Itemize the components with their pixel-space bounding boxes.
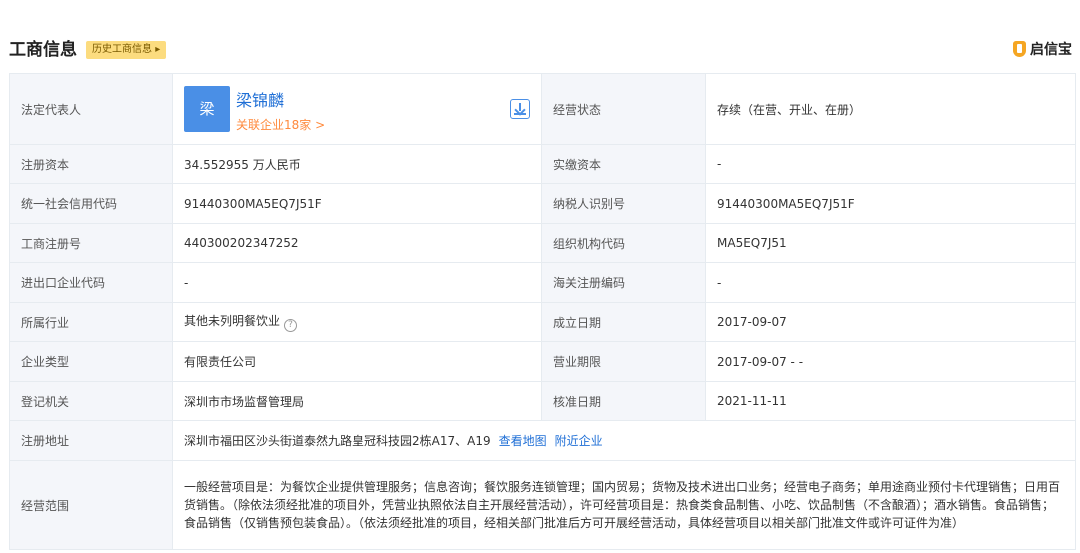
- import-export-code-label: 进出口企业代码: [9, 262, 173, 303]
- avatar: 梁: [184, 86, 230, 132]
- brand-name: 启信宝: [1030, 42, 1072, 58]
- related-companies-link[interactable]: 关联企业18家 >: [236, 116, 325, 133]
- reg-no-label: 工商注册号: [9, 223, 173, 263]
- credit-code-label: 统一社会信用代码: [9, 183, 173, 224]
- table-row: 经营范围 一般经营项目是：为餐饮企业提供管理服务；信息咨询；餐饮服务连锁管理；国…: [9, 460, 1076, 550]
- business-term-label: 营业期限: [541, 341, 706, 382]
- table-row: 进出口企业代码 - 海关注册编码 -: [9, 262, 1076, 303]
- business-scope-label: 经营范围: [9, 460, 173, 550]
- table-row: 统一社会信用代码 91440300MA5EQ7J51F 纳税人识别号 91440…: [9, 183, 1076, 224]
- history-tag-label: 历史工商信息: [92, 44, 152, 55]
- section-header: 工商信息 历史工商信息 ▸ 启信宝: [0, 0, 1080, 66]
- legal-rep-cell: 梁 梁锦麟 关联企业18家 >: [172, 73, 542, 145]
- capital-value: 34.552955 万人民币: [172, 144, 542, 184]
- customs-code-label: 海关注册编码: [541, 262, 706, 303]
- founded-date-value: 2017-09-07: [705, 302, 1076, 342]
- view-map-link[interactable]: 查看地图: [499, 434, 547, 448]
- table-row: 所属行业 其他未列明餐饮业? 成立日期 2017-09-07: [9, 302, 1076, 342]
- legal-rep-name-link[interactable]: 梁锦麟: [236, 87, 284, 111]
- table-row: 企业类型 有限责任公司 营业期限 2017-09-07 - -: [9, 341, 1076, 382]
- customs-code-value: -: [705, 262, 1076, 303]
- legal-rep-label: 法定代表人: [9, 73, 173, 145]
- capital-label: 注册资本: [9, 144, 173, 184]
- address-label: 注册地址: [9, 420, 173, 461]
- org-code-value: MA5EQ7J51: [705, 223, 1076, 263]
- brand-logo: 启信宝: [1013, 39, 1072, 59]
- paid-capital-value: -: [705, 144, 1076, 184]
- status-label: 经营状态: [541, 73, 706, 145]
- founded-date-label: 成立日期: [541, 302, 706, 342]
- business-term-value: 2017-09-07 - -: [705, 341, 1076, 382]
- business-scope-value: 一般经营项目是：为餐饮企业提供管理服务；信息咨询；餐饮服务连锁管理；国内贸易；货…: [172, 460, 1076, 550]
- import-export-code-value: -: [172, 262, 542, 303]
- download-icon[interactable]: [510, 99, 530, 119]
- chevron-right-icon: ▸: [155, 44, 161, 55]
- approval-date-label: 核准日期: [541, 381, 706, 421]
- table-row: 注册地址 深圳市福田区沙头街道泰然九路皇冠科技园2栋A17、A19 查看地图 附近企…: [9, 420, 1076, 461]
- company-type-value: 有限责任公司: [172, 341, 542, 382]
- registration-authority-value: 深圳市市场监督管理局: [172, 381, 542, 421]
- taxpayer-id-value: 91440300MA5EQ7J51F: [705, 183, 1076, 224]
- table-row: 法定代表人 梁 梁锦麟 关联企业18家 > 经营状态 存续（在营、开业、在册）: [9, 73, 1076, 145]
- nearby-companies-link[interactable]: 附近企业: [555, 434, 603, 448]
- address-cell: 深圳市福田区沙头街道泰然九路皇冠科技园2栋A17、A19 查看地图 附近企业: [172, 420, 1076, 461]
- business-info-table: 法定代表人 梁 梁锦麟 关联企业18家 > 经营状态 存续（在营、开业、在册） …: [9, 73, 1076, 550]
- table-row: 工商注册号 440300202347252 组织机构代码 MA5EQ7J51: [9, 223, 1076, 263]
- status-value: 存续（在营、开业、在册）: [705, 73, 1076, 145]
- company-type-label: 企业类型: [9, 341, 173, 382]
- reg-no-value: 440300202347252: [172, 223, 542, 263]
- industry-cell: 其他未列明餐饮业?: [172, 302, 542, 342]
- taxpayer-id-label: 纳税人识别号: [541, 183, 706, 224]
- approval-date-value: 2021-11-11: [705, 381, 1076, 421]
- org-code-label: 组织机构代码: [541, 223, 706, 263]
- address-value: 深圳市福田区沙头街道泰然九路皇冠科技园2栋A17、A19: [184, 434, 491, 448]
- registration-authority-label: 登记机关: [9, 381, 173, 421]
- industry-value: 其他未列明餐饮业: [184, 314, 281, 328]
- brand-logo-icon: [1013, 41, 1026, 57]
- help-icon[interactable]: ?: [284, 319, 298, 332]
- paid-capital-label: 实缴资本: [541, 144, 706, 184]
- history-business-info-button[interactable]: 历史工商信息 ▸: [86, 41, 167, 59]
- credit-code-value: 91440300MA5EQ7J51F: [172, 183, 542, 224]
- industry-label: 所属行业: [9, 302, 173, 342]
- table-row: 注册资本 34.552955 万人民币 实缴资本 -: [9, 144, 1076, 184]
- table-row: 登记机关 深圳市市场监督管理局 核准日期 2021-11-11: [9, 381, 1076, 421]
- section-title: 工商信息: [9, 40, 77, 60]
